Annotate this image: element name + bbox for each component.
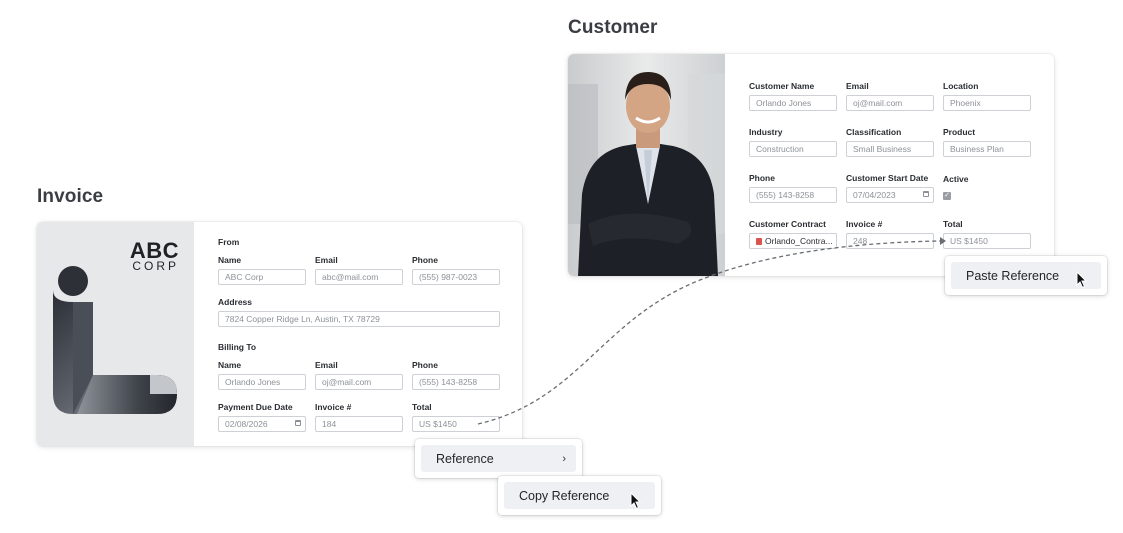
due-date-value: 02/08/2026: [225, 419, 268, 429]
industry-input[interactable]: Construction: [749, 141, 837, 157]
reference-menu-item[interactable]: Reference ›: [421, 445, 576, 472]
customer-invoice-number-input[interactable]: 248: [846, 233, 934, 249]
invoice-card: ABC CORP From Name Email Phone ABC Corp …: [37, 222, 522, 446]
invoice-number-label: Invoice #: [315, 402, 352, 412]
reference-context-menu: Reference ›: [415, 439, 582, 478]
from-address-input[interactable]: 7824 Copper Ridge Ln, Austin, TX 78729: [218, 311, 500, 327]
billing-name-label: Name: [218, 360, 242, 370]
from-address-label: Address: [218, 297, 253, 307]
invoice-total-input[interactable]: US $1450: [412, 416, 500, 432]
start-date-label: Customer Start Date: [846, 173, 929, 183]
billing-email-label: Email: [315, 360, 338, 370]
customer-email-label: Email: [846, 81, 869, 91]
classification-label: Classification: [846, 127, 902, 137]
reference-menu-label: Reference: [436, 451, 494, 466]
invoice-heading: Invoice: [37, 186, 104, 207]
mouse-pointer-icon: [630, 492, 642, 510]
customer-invoice-number-label: Invoice #: [846, 219, 883, 229]
billing-phone-input[interactable]: (555) 143-8258: [412, 374, 500, 390]
from-phone-label: Phone: [412, 255, 438, 265]
invoice-total-label: Total: [412, 402, 432, 412]
customer-total-label: Total: [943, 219, 963, 229]
calendar-icon[interactable]: [295, 420, 301, 426]
customer-total-input[interactable]: US $1450: [943, 233, 1031, 249]
start-date-value: 07/04/2023: [853, 190, 896, 200]
billing-section-label: Billing To: [218, 342, 257, 352]
from-name-input[interactable]: ABC Corp: [218, 269, 306, 285]
customer-location-label: Location: [943, 81, 979, 91]
invoice-number-input[interactable]: 184: [315, 416, 403, 432]
customer-name-label: Customer Name: [749, 81, 815, 91]
mouse-pointer-icon: [1076, 271, 1088, 289]
customer-email-input[interactable]: oj@mail.com: [846, 95, 934, 111]
customer-location-input[interactable]: Phoenix: [943, 95, 1031, 111]
from-email-input[interactable]: abc@mail.com: [315, 269, 403, 285]
due-date-label: Payment Due Date: [218, 402, 293, 412]
customer-photo: [568, 54, 725, 276]
invoice-logo-panel: ABC CORP: [37, 222, 194, 446]
active-checkbox[interactable]: ✓: [943, 192, 951, 200]
billing-email-input[interactable]: oj@mail.com: [315, 374, 403, 390]
customer-heading: Customer: [568, 17, 658, 38]
product-input[interactable]: Business Plan: [943, 141, 1031, 157]
pdf-file-icon: [756, 238, 762, 246]
billing-name-input[interactable]: Orlando Jones: [218, 374, 306, 390]
from-section-label: From: [218, 237, 240, 247]
customer-card: Customer Name Email Location Orlando Jon…: [568, 54, 1054, 276]
chevron-right-icon: ›: [562, 452, 566, 465]
contract-label: Customer Contract: [749, 219, 826, 229]
customer-portrait-image: [568, 54, 725, 276]
active-label: Active: [943, 174, 969, 184]
billing-phone-label: Phone: [412, 360, 438, 370]
product-label: Product: [943, 127, 976, 137]
industry-label: Industry: [749, 127, 783, 137]
customer-phone-input[interactable]: (555) 143-8258: [749, 187, 837, 203]
customer-name-input[interactable]: Orlando Jones: [749, 95, 837, 111]
classification-input[interactable]: Small Business: [846, 141, 934, 157]
start-date-input[interactable]: 07/04/2023: [846, 187, 934, 203]
contract-file-name: Orlando_Contra...: [765, 236, 833, 246]
contract-file-input[interactable]: Orlando_Contra...: [749, 233, 837, 249]
paste-reference-label: Paste Reference: [966, 268, 1060, 283]
from-phone-input[interactable]: (555) 987-0023: [412, 269, 500, 285]
copy-reference-label: Copy Reference: [519, 488, 610, 503]
checkmark-icon: ✓: [944, 192, 950, 199]
from-email-label: Email: [315, 255, 338, 265]
corp-logo-mark: [53, 266, 177, 414]
due-date-input[interactable]: 02/08/2026: [218, 416, 306, 432]
from-name-label: Name: [218, 255, 242, 265]
customer-phone-label: Phone: [749, 173, 775, 183]
calendar-icon[interactable]: [923, 191, 929, 197]
